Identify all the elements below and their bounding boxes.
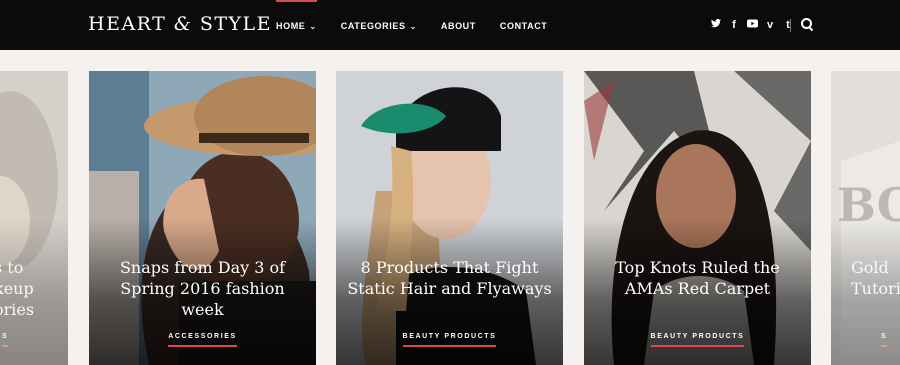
image-overlay xyxy=(89,71,316,365)
article-title[interactable]: Top Knots Ruled the AMAs Red Carpet xyxy=(594,257,801,299)
article-card-partial-left[interactable]: s to keup ories S xyxy=(0,71,68,365)
article-category-label: S xyxy=(881,333,888,347)
search-icon[interactable] xyxy=(801,18,813,30)
article-title[interactable]: Gold Tutori xyxy=(851,257,900,299)
chevron-down-icon: ⌄ xyxy=(409,22,417,31)
article-category-label: BEAUTY PRODUCTS xyxy=(650,333,745,347)
top-navigation-bar: HEART & STYLE HOME ⌄ CATEGORIES ⌄ ABOUT CO… xyxy=(0,0,900,50)
image-overlay xyxy=(831,71,900,365)
article-card[interactable]: Snaps from Day 3 of Spring 2016 fashion … xyxy=(89,71,316,365)
image-overlay xyxy=(336,71,563,365)
chevron-down-icon: ⌄ xyxy=(309,22,317,31)
logo-word-heart: HEART xyxy=(88,13,167,35)
menu-item-contact[interactable]: CONTACT xyxy=(500,0,548,50)
logo-word-style: STYLE xyxy=(199,13,273,35)
article-category-label: S xyxy=(2,333,9,347)
article-card[interactable]: Top Knots Ruled the AMAs Red Carpet BEAU… xyxy=(584,71,811,365)
article-title[interactable]: s to keup ories xyxy=(0,257,68,320)
article-category[interactable]: S xyxy=(881,333,900,347)
menu-item-categories-label: CATEGORIES xyxy=(340,21,406,31)
article-card-partial-right[interactable]: BO Gold Tutori S xyxy=(831,71,900,365)
menu-item-home-label: HOME xyxy=(276,21,306,31)
logo-ampersand: & xyxy=(173,13,193,35)
facebook-icon[interactable]: f xyxy=(729,19,739,31)
article-category[interactable]: S xyxy=(2,333,68,347)
article-category[interactable]: ACCESSORIES xyxy=(89,333,316,347)
site-logo[interactable]: HEART & STYLE xyxy=(88,13,272,35)
twitter-icon[interactable] xyxy=(711,18,721,31)
vimeo-icon[interactable]: v xyxy=(765,19,775,31)
menu-item-categories[interactable]: CATEGORIES ⌄ xyxy=(341,0,417,50)
menu-item-about-label: ABOUT xyxy=(440,21,476,31)
article-title[interactable]: Snaps from Day 3 of Spring 2016 fashion … xyxy=(99,257,306,320)
article-category-label: BEAUTY PRODUCTS xyxy=(402,333,497,347)
article-category[interactable]: BEAUTY PRODUCTS xyxy=(584,333,811,347)
article-category[interactable]: BEAUTY PRODUCTS xyxy=(336,333,563,347)
image-overlay xyxy=(0,71,68,365)
image-overlay xyxy=(584,71,811,365)
article-title[interactable]: 8 Products That Fight Static Hair and Fl… xyxy=(346,257,553,299)
article-card[interactable]: 8 Products That Fight Static Hair and Fl… xyxy=(336,71,563,365)
menu-item-contact-label: CONTACT xyxy=(499,21,548,31)
main-menu: HOME ⌄ CATEGORIES ⌄ ABOUT CONTACT xyxy=(276,0,571,50)
menu-item-home[interactable]: HOME ⌄ xyxy=(276,0,317,50)
youtube-icon[interactable] xyxy=(747,19,758,31)
nav-divider xyxy=(790,19,791,32)
article-category-label: ACCESSORIES xyxy=(168,333,237,347)
social-links: f v t xyxy=(711,0,793,50)
menu-item-about[interactable]: ABOUT xyxy=(441,0,476,50)
tumblr-icon[interactable]: t xyxy=(783,19,793,31)
